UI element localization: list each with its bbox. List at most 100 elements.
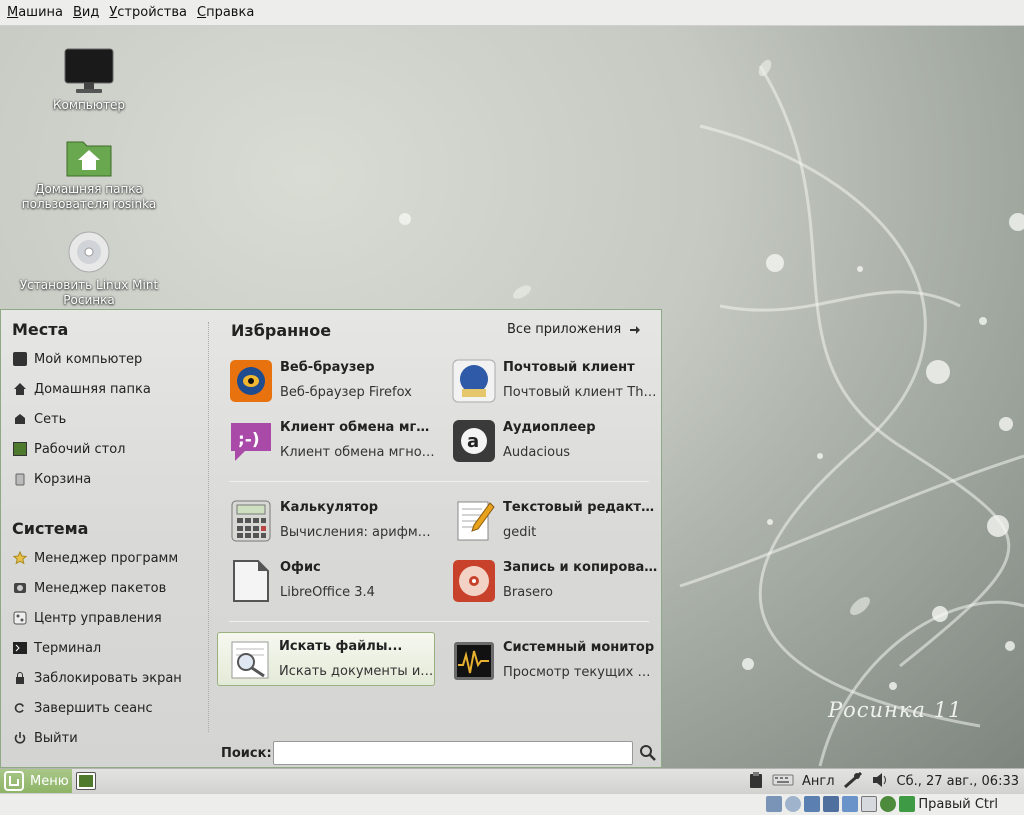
system-label: Завершить сеанс [34,700,153,716]
sys-quit[interactable]: Выйти [13,727,78,749]
firefox-icon [229,359,273,403]
vm-menu-help[interactable]: Справка [192,5,259,20]
app-name: Аудиоплеер [503,420,596,435]
sys-software-manager[interactable]: Менеджер программ [12,547,179,569]
app-disc-burner[interactable]: Запись и копирован... Brasero [442,554,660,608]
place-desktop[interactable]: Рабочий стол [13,438,125,460]
clock[interactable]: Сб., 27 авг., 06:33 [897,774,1019,789]
place-label: Домашняя папка [34,381,151,397]
place-network[interactable]: Сеть [13,408,66,430]
home-folder-icon [65,134,113,178]
shared-folder-icon[interactable] [842,796,859,812]
vm-menu-view[interactable]: Вид [68,5,104,20]
system-title: Система [12,519,89,538]
sys-terminal[interactable]: Терминал [13,637,101,659]
usb-icon[interactable] [804,796,821,812]
bottom-panel: Меню Англ Сб., 27 авг., 06:33 [0,768,1024,794]
system-tray: Англ Сб., 27 авг., 06:33 [748,769,1024,794]
optical-drive-icon[interactable] [785,796,802,812]
lock-icon [13,671,27,685]
clipboard-icon[interactable] [748,771,764,793]
network-icon [13,412,27,426]
desktop-icon-install[interactable]: Установить Linux Mint Росинка [14,230,164,308]
app-audio-player[interactable]: a Аудиоплеер Audacious [442,414,660,468]
search-label: Поиск: [221,746,272,761]
sys-package-manager[interactable]: Менеджер пакетов [13,577,166,599]
star-icon [12,550,28,565]
show-desktop-button[interactable] [76,772,96,790]
app-system-monitor[interactable]: Системный монитор Просмотр текущих пр... [442,634,660,688]
thunderbird-icon [452,359,496,403]
app-mail-client[interactable]: Почтовый клиент Почтовый клиент Thu... [442,354,660,408]
menu-button[interactable]: Меню [0,768,72,794]
app-desc: gedit [503,525,537,540]
home-icon [13,382,27,396]
keyboard-icon[interactable] [772,773,794,791]
place-computer[interactable]: Мой компьютер [13,348,142,370]
app-desc: LibreOffice 3.4 [280,585,375,600]
app-name: Веб-браузер [280,360,375,375]
sys-control-center[interactable]: Центр управления [13,607,162,629]
sys-lock-screen[interactable]: Заблокировать экран [13,667,182,689]
chat-icon: ;-) [229,419,273,463]
app-search-files[interactable]: Искать файлы... Искать документы и п... [217,632,435,686]
office-icon [229,559,273,603]
place-label: Мой компьютер [34,351,143,367]
menu-left-pane: Места Мой компьютер Домашняя папка Сеть … [1,310,207,767]
search-input[interactable] [273,741,633,765]
all-apps-button[interactable]: Все приложения [507,322,641,337]
video-capture-icon[interactable] [861,796,878,812]
app-desc: Вычисления: арифмет... [280,525,435,540]
app-im-client[interactable]: ;-) Клиент обмена мгно... Клиент обмена … [219,414,437,468]
arrow-right-icon [629,324,641,336]
desktop-icon-computer[interactable]: Компьютер [14,48,164,113]
sys-logout[interactable]: Завершить сеанс [13,697,153,719]
hdd-icon[interactable] [766,796,783,812]
keyboard-layout[interactable]: Англ [802,774,835,789]
audacious-icon: a [452,419,496,463]
favorites-title: Избранное [231,321,332,340]
search-icon[interactable] [639,744,657,762]
place-label: Сеть [34,411,67,427]
network-adapter-icon[interactable] [823,796,840,812]
vm-menu-devices[interactable]: Устройства [104,5,192,20]
app-desc: Просмотр текущих пр... [503,665,658,680]
app-desc: Audacious [503,445,571,460]
svg-text:;-): ;-) [238,430,260,450]
app-name: Калькулятор [280,500,379,515]
place-home[interactable]: Домашняя папка [13,378,151,400]
calculator-icon [229,499,273,543]
vm-statusbar: Правый Ctrl [0,793,1024,815]
app-office[interactable]: Офис LibreOffice 3.4 [219,554,437,608]
app-calculator[interactable]: Калькулятор Вычисления: арифмет... [219,494,437,548]
desktop-icon-home[interactable]: Домашняя папка пользователя rosinka [14,134,164,212]
mouse-integration-icon[interactable] [880,796,897,812]
wallpaper-brand: Росинка 11 [828,698,963,722]
terminal-icon [13,641,27,655]
app-name: Запись и копирован... [503,560,658,575]
app-name: Клиент обмена мгно... [280,420,435,435]
place-trash[interactable]: Корзина [13,468,91,490]
mint-logo-icon [4,771,24,791]
trash-icon [13,472,27,486]
start-menu: Места Мой компьютер Домашняя папка Сеть … [0,309,662,768]
system-monitor-icon [452,639,496,683]
host-key-icon[interactable] [899,796,916,812]
desktop-icon [13,442,27,456]
volume-icon[interactable] [871,772,889,792]
app-desc: Brasero [503,585,554,600]
app-text-editor[interactable]: Текстовый редактор gedit [442,494,660,548]
place-label: Корзина [34,471,92,487]
app-name: Офис [280,560,321,575]
system-label: Заблокировать экран [34,670,182,686]
computer-icon [13,352,27,366]
app-name: Искать файлы... [279,639,403,654]
app-web-browser[interactable]: Веб-браузер Веб-браузер Firefox [219,354,437,408]
system-label: Менеджер программ [34,550,179,566]
separator [229,481,649,482]
network-status-icon[interactable] [843,771,863,793]
disc-icon [67,230,111,274]
app-name: Текстовый редактор [503,500,658,515]
vm-menu-machine[interactable]: Машина [2,5,68,20]
app-desc: Веб-браузер Firefox [280,385,412,400]
